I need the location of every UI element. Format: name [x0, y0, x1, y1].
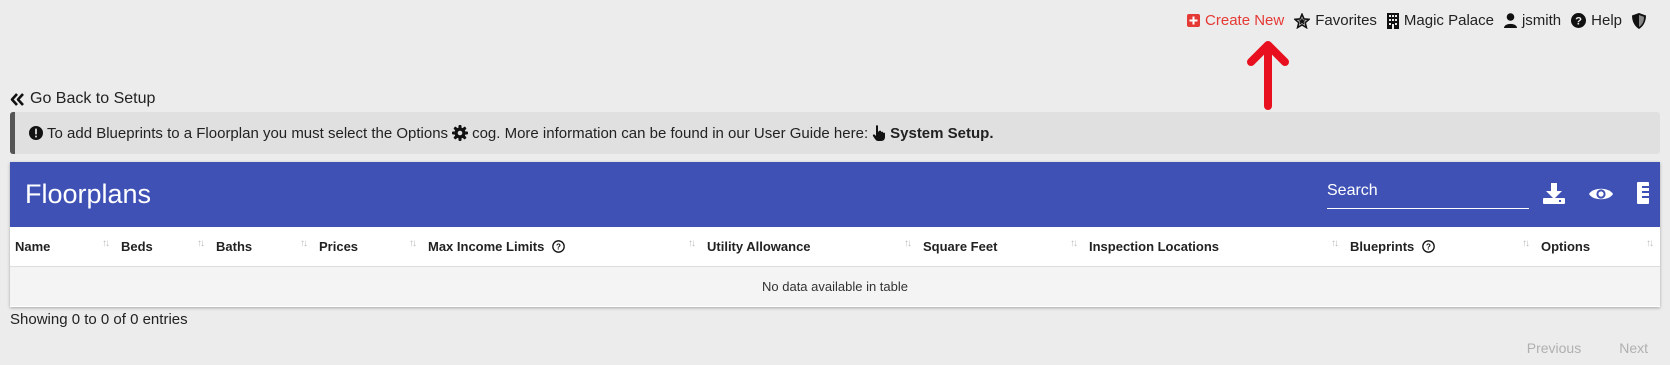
info-text-before: To add Blueprints to a Floorplan you mus… — [47, 124, 449, 142]
col-inspection-locations[interactable]: Inspection Locations ↑↓ — [1084, 227, 1345, 267]
annotation-arrow — [1247, 41, 1289, 110]
question-circle-icon: ? — [1571, 13, 1587, 28]
question-circle-icon[interactable]: ? — [1422, 239, 1435, 253]
building-icon — [1386, 12, 1399, 29]
eye-icon[interactable] — [1588, 185, 1614, 203]
property-label: Magic Palace — [1403, 12, 1494, 29]
favorites-link[interactable]: Favorites — [1294, 12, 1377, 29]
user-label: jsmith — [1521, 12, 1562, 29]
col-beds[interactable]: Beds ↑↓ — [116, 227, 211, 267]
col-baths[interactable]: Baths ↑↓ — [211, 227, 314, 267]
svg-text:?: ? — [556, 242, 561, 251]
panel-title: Floorplans — [25, 179, 152, 209]
system-setup-link[interactable]: System Setup. — [890, 125, 993, 142]
question-circle-icon[interactable]: ? — [552, 239, 565, 253]
sort-icon: ↑↓ — [1522, 238, 1530, 249]
user-icon — [1503, 13, 1517, 28]
previous-button[interactable]: Previous — [1527, 340, 1581, 356]
info-text-after: cog. More information can be found in ou… — [472, 124, 869, 142]
double-chevron-left-icon — [10, 92, 24, 106]
table-row: No data available in table — [10, 266, 1660, 306]
security-link[interactable] — [1632, 12, 1646, 29]
next-button[interactable]: Next — [1619, 340, 1648, 356]
sort-icon: ↑↓ — [688, 238, 696, 249]
entries-info: Showing 0 to 0 of 0 entries — [10, 311, 188, 328]
star-icon — [1294, 12, 1311, 29]
empty-table-message: No data available in table — [10, 266, 1660, 306]
exclamation-circle-icon — [29, 126, 43, 140]
top-nav: Create New Favorites Magic Palace jsmith… — [1187, 12, 1646, 29]
floorplans-table: Name ↑↓ Beds ↑↓ Baths ↑↓ Prices ↑↓ Max Incom… — [10, 227, 1660, 306]
property-selector[interactable]: Magic Palace — [1386, 12, 1494, 29]
search-input[interactable]: Search — [1327, 180, 1529, 209]
col-square-feet[interactable]: Square Feet ↑↓ — [918, 227, 1084, 267]
floorplans-panel: Floorplans Search Name ↑↓ Beds ↑↓ Baths ↑↓ — [10, 162, 1660, 307]
plus-square-icon — [1187, 14, 1201, 27]
columns-icon[interactable] — [1637, 182, 1649, 204]
shield-icon — [1632, 12, 1646, 29]
sort-icon: ↑↓ — [197, 238, 205, 249]
col-blueprints[interactable]: Blueprints ? ↑↓ — [1345, 227, 1536, 267]
panel-header: Floorplans Search — [10, 162, 1660, 227]
sort-icon: ↑↓ — [1331, 238, 1339, 249]
col-max-income-limits[interactable]: Max Income Limits ? ↑↓ — [423, 227, 702, 267]
sort-icon: ↑↓ — [300, 238, 308, 249]
col-name[interactable]: Name ↑↓ — [10, 227, 116, 267]
col-utility-allowance[interactable]: Utility Allowance ↑↓ — [702, 227, 918, 267]
col-options[interactable]: Options ↑↓ — [1536, 227, 1660, 267]
svg-text:?: ? — [1575, 15, 1582, 27]
sort-icon: ↑↓ — [1646, 238, 1654, 249]
download-icon[interactable] — [1543, 182, 1565, 204]
sort-icon: ↑↓ — [1070, 238, 1078, 249]
cog-icon — [452, 125, 469, 141]
info-callout: To add Blueprints to a Floorplan you mus… — [10, 112, 1660, 154]
go-back-label: Go Back to Setup — [30, 90, 156, 107]
hand-pointer-icon — [872, 125, 886, 141]
create-new-label: Create New — [1205, 12, 1285, 29]
sort-icon: ↑↓ — [102, 238, 110, 249]
sort-icon: ↑↓ — [904, 238, 912, 249]
sort-icon: ↑↓ — [409, 238, 417, 249]
col-prices[interactable]: Prices ↑↓ — [314, 227, 423, 267]
svg-text:?: ? — [1426, 242, 1431, 251]
help-link[interactable]: ? Help — [1571, 12, 1622, 29]
pagination: Previous Next — [1527, 340, 1648, 356]
create-new-link[interactable]: Create New — [1187, 12, 1284, 29]
favorites-label: Favorites — [1315, 12, 1377, 29]
table-header-row: Name ↑↓ Beds ↑↓ Baths ↑↓ Prices ↑↓ Max Incom… — [10, 227, 1660, 267]
go-back-link[interactable]: Go Back to Setup — [10, 90, 155, 108]
user-menu[interactable]: jsmith — [1503, 12, 1562, 29]
help-label: Help — [1591, 12, 1622, 29]
